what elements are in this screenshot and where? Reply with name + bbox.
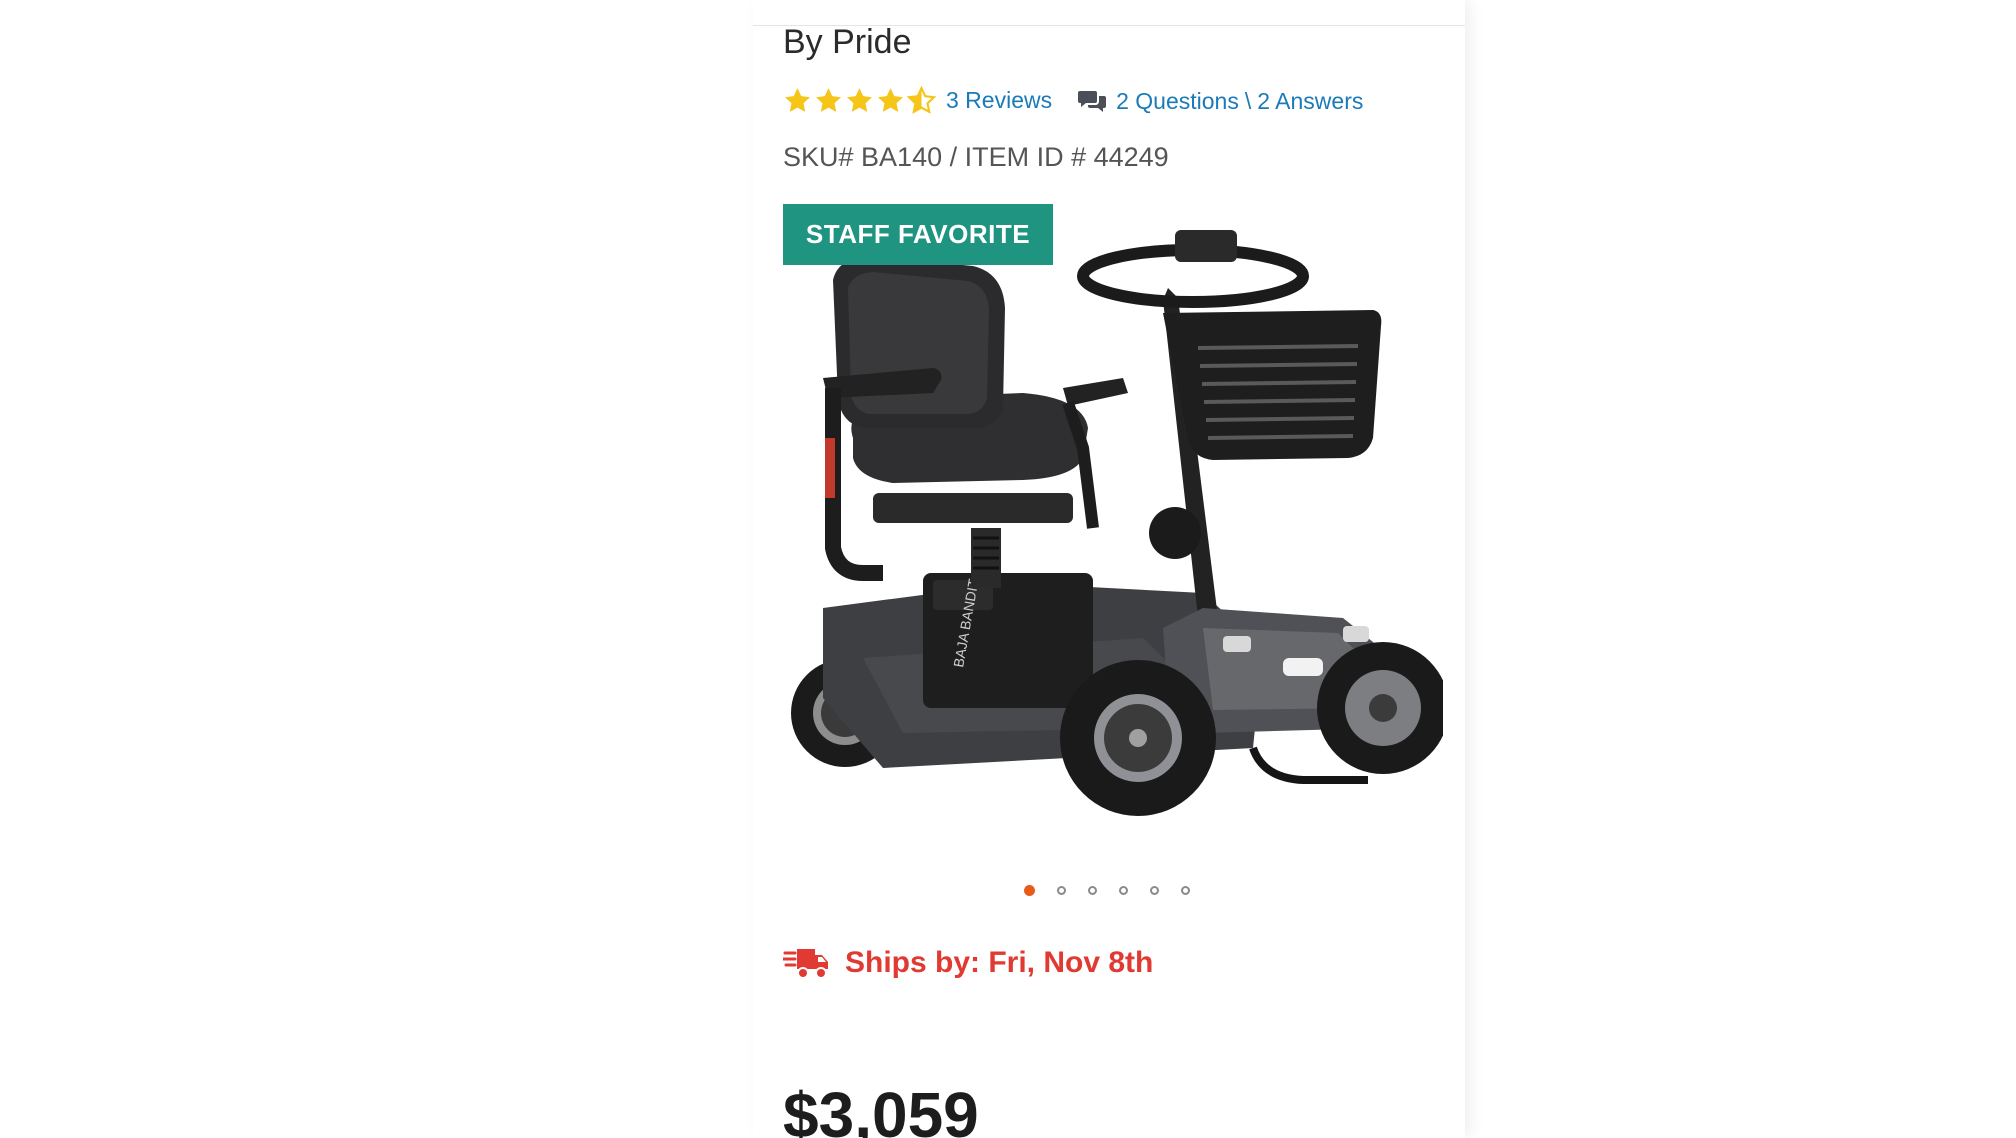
rating-row: 3 Reviews 2 Questions \ 2 Answers (783, 80, 1363, 120)
star-icon (878, 87, 903, 112)
image-carousel-dots (1024, 885, 1212, 896)
page: By Pride 3 Reviews 2 Questions \ 2 Answe… (0, 0, 2016, 1138)
questions-answers-group: 2 Questions \ 2 Answers (1078, 88, 1363, 115)
carousel-dot[interactable] (1150, 886, 1159, 895)
carousel-dot[interactable] (1024, 885, 1035, 896)
product-brand[interactable]: By Pride (783, 22, 912, 62)
fast-delivery-truck-icon (783, 949, 828, 979)
product-price: $3,059 (783, 1079, 979, 1138)
star-half-icon (907, 85, 936, 114)
carousel-dot[interactable] (1119, 886, 1128, 895)
reviews-link[interactable]: 3 Reviews (946, 87, 1052, 114)
answers-link[interactable]: 2 Answers (1257, 88, 1363, 115)
product-panel: By Pride 3 Reviews 2 Questions \ 2 Answe… (753, 0, 1465, 1138)
questions-link[interactable]: 2 Questions (1116, 88, 1239, 115)
carousel-dot[interactable] (1181, 886, 1190, 895)
star-icon (816, 87, 841, 112)
star-icon (785, 87, 810, 112)
shipping-estimate: Ships by: Fri, Nov 8th (783, 940, 1153, 986)
mobility-scooter-image[interactable]: BAJA BANDIT (783, 228, 1443, 838)
carousel-dot[interactable] (1088, 886, 1097, 895)
staff-favorite-badge: STAFF FAVORITE (783, 204, 1053, 265)
chat-bubbles-icon (1078, 91, 1107, 112)
sku-item-id: SKU# BA140 / ITEM ID # 44249 (783, 142, 1169, 172)
qa-separator: \ (1244, 87, 1252, 114)
carousel-dot[interactable] (1057, 886, 1066, 895)
ships-by-text: Ships by: Fri, Nov 8th (845, 946, 1154, 979)
star-icon (847, 87, 872, 112)
rating-stars[interactable] (783, 85, 938, 115)
